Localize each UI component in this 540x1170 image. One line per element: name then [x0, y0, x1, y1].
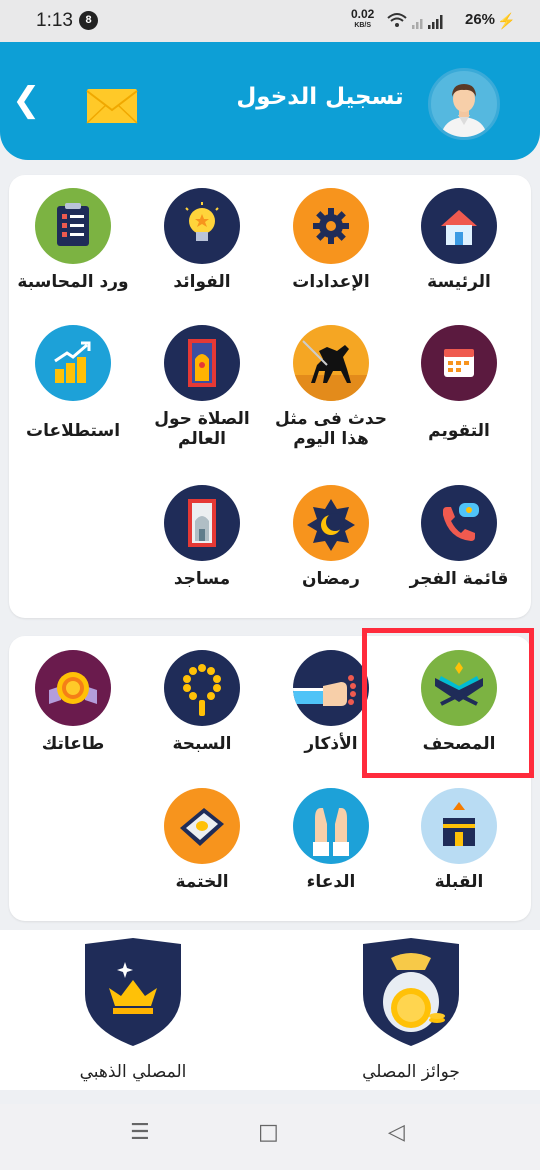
notification-badge: 8: [79, 11, 98, 30]
highlight-box: [362, 628, 534, 778]
menu-item-on-this-day[interactable]: حدث فى مثل هذا اليوم: [267, 325, 395, 449]
user-avatar[interactable]: [428, 68, 500, 140]
book-icon: [164, 788, 240, 864]
home-icon: [421, 188, 497, 264]
app-header: ❮ تسجيل الدخول: [0, 42, 540, 160]
prayer-beads-hand-icon: [293, 650, 369, 726]
menu-item-tasbih[interactable]: السبحة: [138, 650, 266, 754]
menu-item-label: طاعاتك: [41, 734, 105, 754]
menu-item-benefits[interactable]: الفوائد: [138, 188, 266, 292]
network-speed: 0.02 KB/S: [351, 7, 375, 29]
tasbih-icon: [164, 650, 240, 726]
award-label: المصلي الذهبي: [79, 1062, 187, 1082]
signal-icons: [387, 13, 443, 29]
back-button-icon[interactable]: ◁: [388, 1120, 405, 1145]
gear-icon: [293, 188, 369, 264]
clock: 1:13: [36, 10, 73, 31]
prayer-rug-icon: [164, 325, 240, 401]
recent-apps-icon[interactable]: ☰: [130, 1120, 150, 1145]
award-prizes[interactable]: جوائز المصلي: [311, 936, 511, 1082]
menu-item-label: حدث فى مثل هذا اليوم: [275, 409, 387, 449]
lightbulb-icon: [164, 188, 240, 264]
status-bar: 1:13 8 0.02 KB/S 26% ⚡: [0, 0, 540, 42]
checklist-icon: [35, 188, 111, 264]
coin-bag-shield-icon: [363, 938, 459, 1046]
mail-icon[interactable]: [86, 88, 138, 124]
praying-hands-icon: [293, 788, 369, 864]
menu-item-calendar[interactable]: التقويم: [395, 325, 523, 441]
charging-icon: ⚡: [497, 13, 516, 30]
kaaba-icon: [421, 788, 497, 864]
menu-item-polls[interactable]: استطلاعات: [9, 325, 137, 441]
main-menu-card: الرئيسة الإعدادات الفوائد ورد المحاسبة ا…: [9, 175, 531, 618]
menu-item-label: القبلة: [434, 872, 484, 892]
menu-item-label: ورد المحاسبة: [17, 272, 129, 292]
menu-item-label: رمضان: [302, 569, 360, 589]
awards-section: جوائز المصلي المصلي الذهبي: [0, 930, 540, 1090]
home-button-icon[interactable]: □: [258, 1120, 279, 1145]
menu-item-mosques[interactable]: مساجد: [138, 485, 266, 589]
menu-item-ramadan[interactable]: رمضان: [267, 485, 395, 589]
crown-shield-icon: [85, 938, 181, 1046]
back-chevron-icon[interactable]: ❮: [12, 80, 41, 120]
menu-item-qibla[interactable]: القبلة: [395, 788, 523, 892]
menu-item-label: الدعاء: [306, 872, 356, 892]
battery-level: 26%: [465, 11, 496, 28]
mosque-icon: [164, 485, 240, 561]
bar-chart-icon: [35, 325, 111, 401]
menu-item-label: قائمة الفجر: [409, 569, 509, 589]
phone-call-icon: [421, 485, 497, 561]
menu-item-label: التقويم: [428, 421, 490, 441]
award-label: جوائز المصلي: [362, 1062, 460, 1082]
menu-item-home[interactable]: الرئيسة: [395, 188, 523, 292]
award-golden-prayer[interactable]: المصلي الذهبي: [33, 936, 233, 1082]
calendar-icon: [421, 325, 497, 401]
menu-item-dua[interactable]: الدعاء: [267, 788, 395, 892]
horse-rider-icon: [293, 325, 369, 401]
menu-item-label: السبحة: [172, 734, 232, 754]
menu-item-label: استطلاعات: [25, 421, 121, 441]
menu-item-label: الإعدادات: [292, 272, 370, 292]
crescent-moon-icon: [293, 485, 369, 561]
menu-item-deeds[interactable]: طاعاتك: [9, 650, 137, 754]
menu-item-prayer-world[interactable]: الصلاة حول العالم: [138, 325, 266, 449]
menu-item-label: الرئيسة: [427, 272, 491, 292]
menu-item-label: الصلاة حول العالم: [154, 409, 250, 449]
menu-item-khatma[interactable]: الختمة: [138, 788, 266, 892]
medal-icon: [35, 650, 111, 726]
menu-item-label: الفوائد: [173, 272, 231, 292]
menu-item-self-review[interactable]: ورد المحاسبة: [9, 188, 137, 292]
login-title[interactable]: تسجيل الدخول: [230, 84, 410, 110]
menu-item-settings[interactable]: الإعدادات: [267, 188, 395, 292]
menu-item-label: الختمة: [175, 872, 229, 892]
system-nav-bar: ☰ □ ◁: [0, 1104, 540, 1170]
menu-item-label: مساجد: [173, 569, 231, 589]
menu-item-fajr-list[interactable]: قائمة الفجر: [395, 485, 523, 589]
